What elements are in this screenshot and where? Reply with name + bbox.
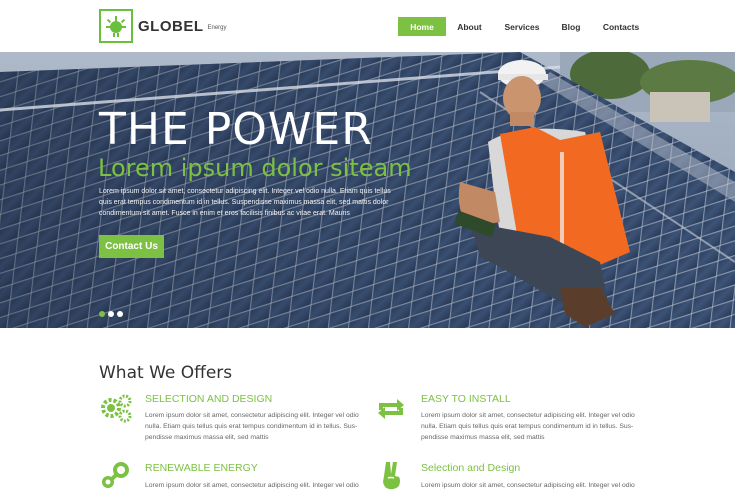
slider-dot[interactable] — [117, 311, 123, 317]
offer-text: Lorem ipsum dolor sit amet, consectetur … — [145, 412, 359, 441]
offer-text: Lorem ipsum dolor sit amet, consectetur … — [421, 482, 635, 489]
offer-heading: SELECTION AND DESIGN — [145, 393, 273, 405]
offer-heading: RENEWABLE ENERGY — [145, 462, 258, 474]
offer-text: Lorem ipsum dolor sit amet, consectetur … — [421, 412, 635, 441]
hero-subtitle: Lorem ipsum dolor siteam — [98, 154, 412, 182]
nav-blog[interactable]: Blog — [551, 17, 591, 36]
repeat-arrows-icon — [375, 396, 409, 430]
logo-icon — [99, 9, 133, 43]
offer-heading: EASY TO INSTALL — [421, 393, 511, 405]
logo[interactable]: GLOBEL Energy — [99, 9, 227, 43]
hero-slider: THE POWER Lorem ipsum dolor siteam Lorem… — [0, 52, 735, 328]
offer-text: Lorem ipsum dolor sit amet, consectetur … — [145, 482, 359, 489]
nav-about[interactable]: About — [446, 17, 493, 36]
brand-name: GLOBEL — [138, 17, 204, 35]
hero-description: Lorem ipsum dolor sit amet, consectetur … — [99, 188, 391, 217]
hero-title: THE POWER — [99, 104, 373, 155]
slider-dot[interactable] — [108, 311, 114, 317]
peace-hand-icon — [379, 460, 413, 490]
slider-dot[interactable] — [99, 311, 105, 317]
site-header: GLOBEL Energy Home About Services Blog C… — [0, 0, 735, 52]
offer-heading: Selection and Design — [421, 462, 521, 474]
brand-tagline: Energy — [207, 25, 227, 31]
main-nav: Home About Services Blog Contacts — [398, 17, 651, 36]
steam-icon — [99, 460, 133, 490]
offers-title: What We Offers — [99, 363, 233, 383]
gears-icon — [99, 393, 133, 427]
nav-services[interactable]: Services — [493, 17, 551, 36]
contact-us-button[interactable]: Contact Us — [99, 235, 164, 258]
nav-home[interactable]: Home — [398, 17, 446, 36]
slider-dots — [99, 311, 123, 317]
nav-contacts[interactable]: Contacts — [591, 17, 651, 36]
